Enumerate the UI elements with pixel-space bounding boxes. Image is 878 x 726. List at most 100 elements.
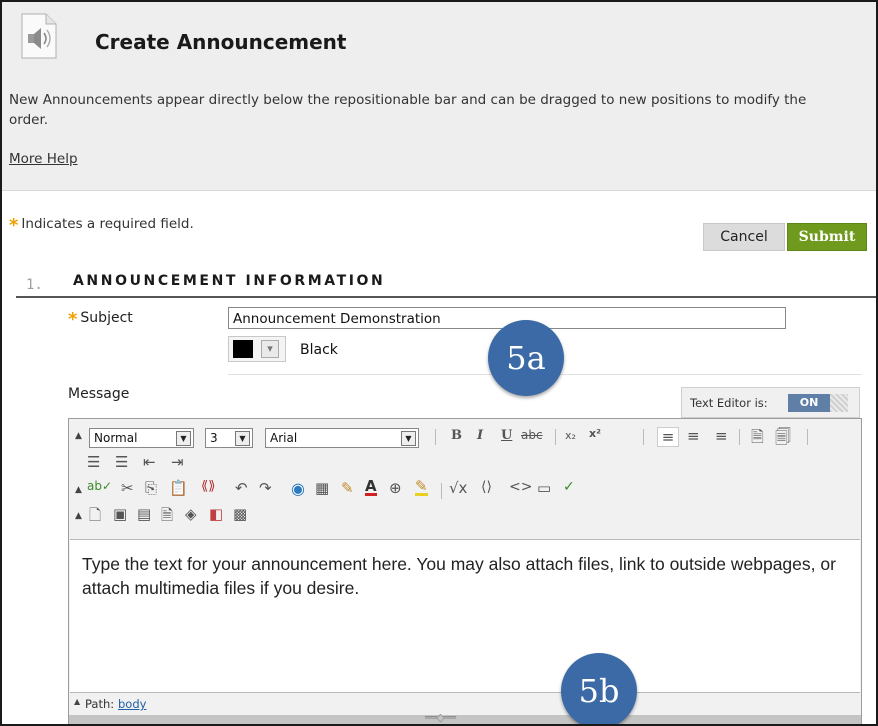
callout-5a: 5a [488,320,564,396]
chevron-down-icon[interactable]: ▼ [401,431,416,446]
format-select-value: Normal [94,431,138,445]
collapse-arrow-icon[interactable]: ▲ [74,697,80,706]
insert-quicktime-icon[interactable]: 🗎 [161,505,173,530]
cancel-button[interactable]: Cancel [703,223,785,251]
collapse-arrow-icon[interactable]: ▲ [75,431,82,441]
section-divider [16,296,876,298]
highlight-icon[interactable]: ✎ [415,479,428,496]
editor-content-text: Type the text for your announcement here… [82,554,836,598]
more-help-link[interactable]: More Help [9,151,78,167]
insert-emoticon-icon[interactable]: ⊕ [389,479,402,497]
toolbar-row-2: ☰ ☰ ⇤ ⇥ [69,453,861,475]
editor-resize-handle[interactable]: ══◇══ [69,711,861,724]
italic-icon[interactable]: I [477,428,483,443]
toolbar-separator [807,429,808,445]
text-color-icon[interactable]: A [365,479,377,496]
toolbar-separator [555,429,556,445]
font-select[interactable]: Arial ▼ [265,428,419,448]
subscript-icon[interactable]: x₂ [565,429,576,442]
html-code-icon[interactable]: <> [509,479,532,495]
insert-media-icon[interactable]: ▤ [137,505,151,523]
toolbar-separator [643,429,644,445]
align-right-icon[interactable]: ≡ [715,427,728,445]
toolbar-separator [441,483,442,499]
section-number: 1. [26,277,43,293]
numbered-list-icon[interactable]: ☰ [87,453,100,471]
editor-content-area[interactable]: Type the text for your announcement here… [70,539,860,693]
subject-label: * Subject [68,309,133,330]
color-name: Black [300,342,338,358]
cut-icon[interactable]: ✂ [121,479,134,497]
toolbar-separator [435,429,436,445]
chevron-down-icon[interactable]: ▼ [176,431,191,446]
copy-icon[interactable]: ⎘ [145,479,157,497]
fullscreen-icon[interactable]: ▭ [537,479,551,497]
font-select-value: Arial [270,431,298,445]
size-select[interactable]: 3 ▼ [205,428,253,448]
collapse-arrow-icon[interactable]: ▲ [75,485,82,495]
insert-youtube-icon[interactable]: ▩ [233,505,247,523]
subject-label-text: Subject [80,310,133,326]
mashup-icon[interactable]: ⟨⟩ [481,479,492,495]
chevron-down-icon[interactable]: ▾ [261,340,279,358]
message-label: Message [68,386,130,402]
insert-link-icon[interactable]: ◉ [291,479,305,498]
format-select[interactable]: Normal ▼ [89,428,194,448]
check-accessibility-icon[interactable]: ✓ [563,479,575,495]
math-equation-icon[interactable]: √x [449,479,467,497]
path-body-link[interactable]: body [118,697,146,711]
resize-grip-icon[interactable]: ══◇══ [425,711,456,724]
editor-statusbar: ▲ Path: body [69,693,861,715]
callout-5b: 5b [561,653,637,724]
redo-icon[interactable]: ↷ [259,479,272,497]
insert-flash-icon[interactable]: ◧ [209,505,223,523]
bullet-list-icon[interactable]: ☰ [115,453,128,471]
required-star-icon: * [9,215,19,236]
toolbar-row-4: ▲ 🗋 ▣ ▤ 🗎 ◈ ◧ ▩ [69,505,861,527]
draw-icon[interactable]: ✎ [341,479,354,497]
text-color-picker[interactable]: ▾ [228,336,286,362]
toolbar-separator [739,429,740,445]
toolbar-row-3: ▲ ab✓ ✂ ⎘ 📋 ⟪⟫ ↶ ↷ ◉ ▦ ✎ A ⊕ ✎ √x ⟨⟩ <> … [69,479,861,501]
outdent-icon[interactable]: ⇤ [143,453,156,471]
insert-image-icon[interactable]: ▣ [113,505,127,523]
page-title: Create Announcement [95,30,347,54]
paste-text-icon[interactable]: 🗎 [751,426,764,453]
size-select-value: 3 [210,431,218,445]
insert-audio-icon[interactable]: ◈ [185,505,197,523]
editor-toolbar: ▲ Normal ▼ 3 ▼ Arial ▼ B I U abc x₂ x² ≡ ≡ … [69,419,861,539]
undo-icon[interactable]: ↶ [235,479,248,497]
paste-word-icon[interactable]: 🗐 [775,426,791,453]
bold-icon[interactable]: B [451,428,462,443]
toggle-on-state[interactable]: ON [788,394,830,412]
speaker-icon [21,13,57,59]
strikethrough-icon[interactable]: abc [521,428,543,442]
toggle-off-state[interactable] [830,394,848,412]
required-field-note: * Indicates a required field. [9,215,194,236]
submit-button[interactable]: Submit [787,223,867,251]
color-swatch[interactable] [233,340,253,358]
section-title: ANNOUNCEMENT INFORMATION [73,273,386,289]
path-label: Path: [85,697,115,711]
insert-table-icon[interactable]: ▦ [315,479,329,497]
align-center-icon[interactable]: ≡ [687,427,700,445]
superscript-icon[interactable]: x² [589,427,601,440]
toolbar-row-1: ▲ Normal ▼ 3 ▼ Arial ▼ B I U abc x₂ x² ≡ ≡ … [69,425,861,448]
text-editor-toggle-label: Text Editor is: [690,396,768,410]
page-header: Create Announcement New Announcements ap… [2,2,876,191]
rich-text-editor: ▲ Normal ▼ 3 ▼ Arial ▼ B I U abc x₂ x² ≡ ≡ … [68,418,862,724]
remove-format-icon[interactable]: ⟪⟫ [201,479,215,494]
collapse-arrow-icon[interactable]: ▲ [75,511,82,521]
align-left-icon[interactable]: ≡ [657,427,679,447]
required-note-text: Indicates a required field. [21,216,194,232]
indent-icon[interactable]: ⇥ [171,453,184,471]
required-star-icon: * [68,309,78,330]
create-announcement-page: Create Announcement New Announcements ap… [0,0,878,726]
paste-icon[interactable]: 📋 [169,479,188,497]
page-description: New Announcements appear directly below … [9,92,807,128]
attach-file-icon[interactable]: 🗋 [89,505,101,530]
chevron-down-icon[interactable]: ▼ [235,431,250,446]
underline-icon[interactable]: U [501,428,512,443]
spellcheck-icon[interactable]: ab✓ [87,479,112,493]
text-editor-toggle[interactable]: Text Editor is: ON [681,387,860,418]
